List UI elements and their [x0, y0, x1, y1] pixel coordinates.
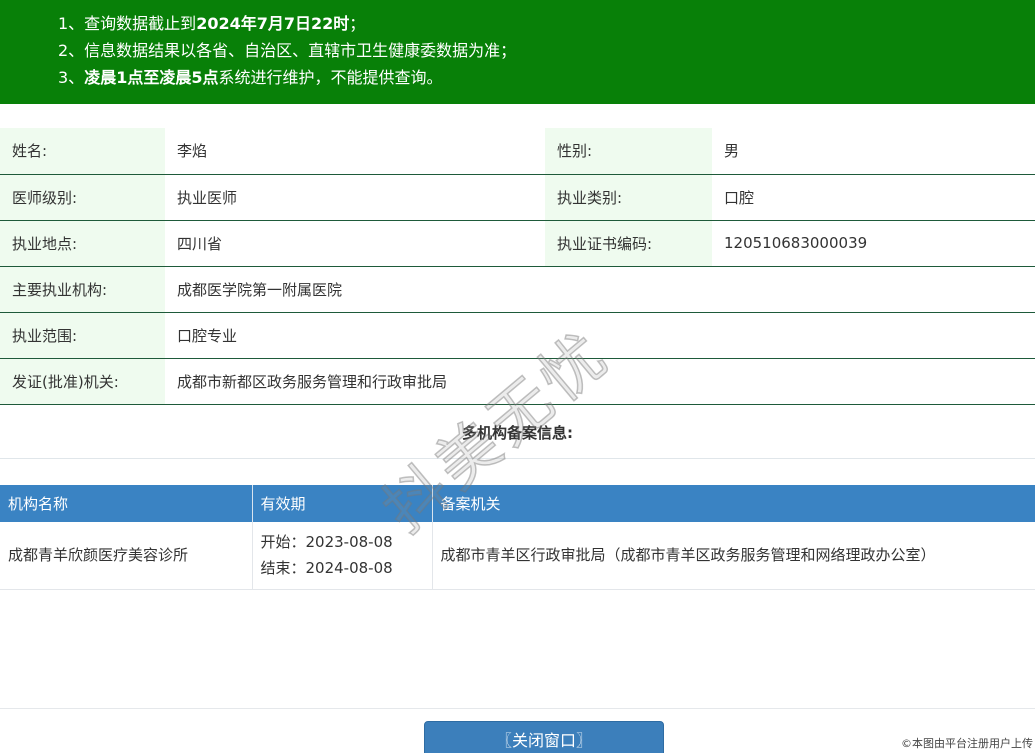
multi-org-table: 机构名称 有效期 备案机关 成都青羊欣颜医疗美容诊所 开始：2023-08-08… [0, 485, 1035, 590]
record-authority: 成都市青羊区行政审批局（成都市青羊区政务服务管理和网络理政办公室） [432, 522, 1035, 590]
location-value: 四川省 [165, 220, 545, 267]
notice-line-3: 3、凌晨1点至凌晨5点系统进行维护，不能提供查询。 [58, 64, 1035, 91]
column-header-authority: 备案机关 [432, 485, 1035, 522]
org-label: 主要执业机构: [0, 266, 165, 313]
table-header-row: 机构名称 有效期 备案机关 [0, 485, 1035, 522]
info-row: 发证(批准)机关: 成都市新都区政务服务管理和行政审批局 [0, 358, 1035, 405]
record-org: 成都青羊欣颜医疗美容诊所 [0, 522, 253, 590]
doctor-info-table: 姓名: 李焰 性别: 男 医师级别: 执业医师 执业类别: 口腔 执业地点: 四… [0, 128, 1035, 405]
notice-line-3-prefix: 3、 [58, 68, 85, 87]
category-label: 执业类别: [545, 174, 712, 221]
record-validity: 开始：2023-08-08 结束：2024-08-08 [252, 522, 433, 590]
info-row: 执业范围: 口腔专业 [0, 312, 1035, 359]
level-value: 执业医师 [165, 174, 545, 221]
cert-value: 120510683000039 [712, 220, 1035, 267]
category-value: 口腔 [712, 174, 1035, 221]
close-window-button[interactable]: 〖关闭窗口〗 [424, 721, 664, 753]
record-end: 结束：2024-08-08 [260, 559, 393, 578]
notice-line-1-date: 2024年7月7日22时 [196, 14, 350, 33]
multi-org-title: 多机构备案信息: [0, 407, 1035, 459]
issuer-label: 发证(批准)机关: [0, 358, 165, 405]
table-row: 成都青羊欣颜医疗美容诊所 开始：2023-08-08 结束：2024-08-08… [0, 522, 1035, 590]
column-header-validity: 有效期 [252, 485, 433, 522]
notice-line-1: 1、查询数据截止到2024年7月7日22时； [58, 10, 1035, 37]
scope-value: 口腔专业 [165, 312, 1035, 359]
location-label: 执业地点: [0, 220, 165, 267]
scope-label: 执业范围: [0, 312, 165, 359]
issuer-value: 成都市新都区政务服务管理和行政审批局 [165, 358, 1035, 405]
info-row: 姓名: 李焰 性别: 男 [0, 128, 1035, 175]
column-header-org: 机构名称 [0, 485, 253, 522]
notice-banner: 1、查询数据截止到2024年7月7日22时； 2、信息数据结果以各省、自治区、直… [0, 0, 1035, 104]
notice-line-1-prefix: 1、查询数据截止到 [58, 14, 197, 33]
upload-notice: ©本图由平台注册用户上传 [901, 737, 1033, 750]
notice-line-2: 2、信息数据结果以各省、自治区、直辖市卫生健康委数据为准； [58, 41, 517, 60]
info-row: 执业地点: 四川省 执业证书编码: 120510683000039 [0, 220, 1035, 267]
cert-label: 执业证书编码: [545, 220, 712, 267]
notice-line-3-suffix: 系统进行维护，不能提供查询。 [218, 68, 443, 87]
notice-line-1-suffix: ； [349, 14, 366, 33]
level-label: 医师级别: [0, 174, 165, 221]
info-row: 主要执业机构: 成都医学院第一附属医院 [0, 266, 1035, 313]
name-value: 李焰 [165, 128, 545, 175]
footer-divider [0, 708, 1035, 709]
notice-line-3-hours: 凌晨1点至凌晨5点 [84, 68, 219, 87]
info-row: 医师级别: 执业医师 执业类别: 口腔 [0, 174, 1035, 221]
gender-label: 性别: [545, 128, 712, 175]
gender-value: 男 [712, 128, 1035, 175]
org-value: 成都医学院第一附属医院 [165, 266, 1035, 313]
name-label: 姓名: [0, 128, 165, 175]
record-start: 开始：2023-08-08 [260, 533, 393, 552]
